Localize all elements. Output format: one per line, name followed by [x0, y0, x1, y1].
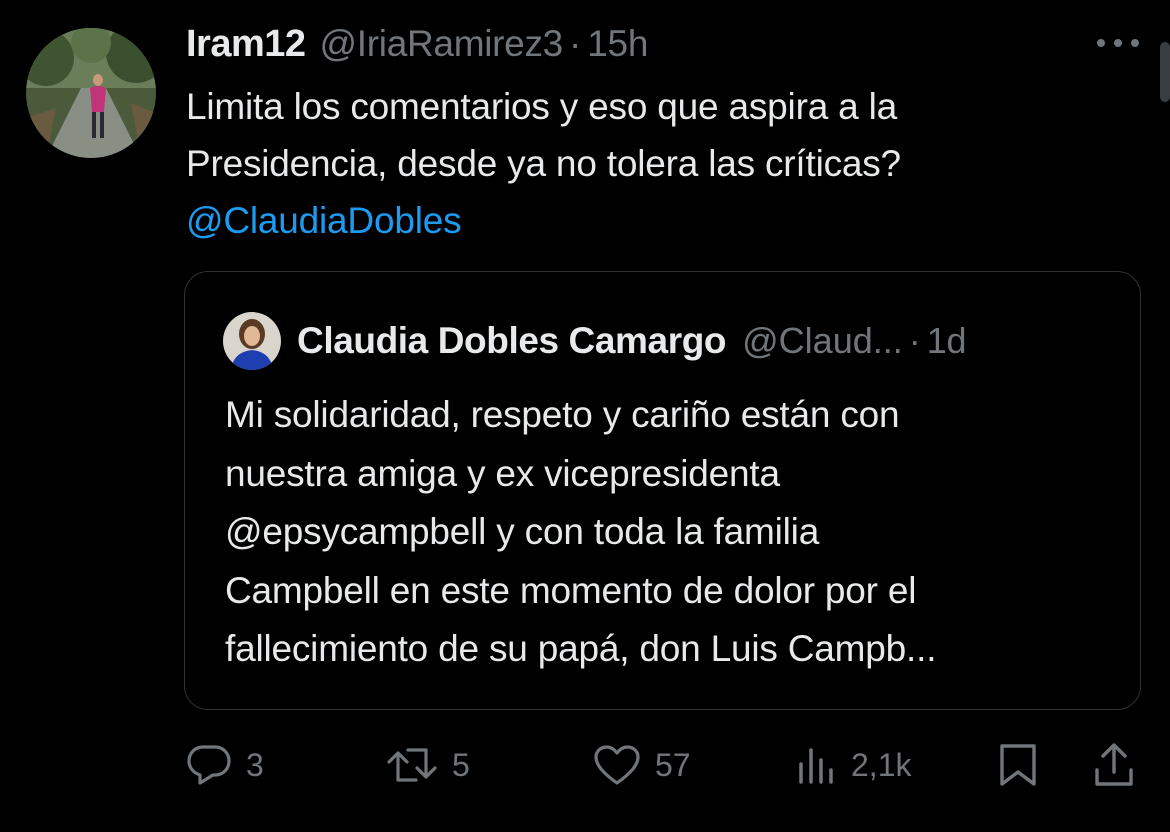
like-count: 57: [655, 746, 691, 783]
quote-author-avatar[interactable]: [223, 312, 281, 370]
reply-button[interactable]: 3: [186, 735, 264, 795]
share-icon: [1095, 743, 1133, 786]
quote-author-avatar-photo: [223, 312, 281, 370]
author-name[interactable]: Iram12: [186, 23, 306, 66]
quote-text: Mi solidaridad, respeto y cariño están c…: [225, 386, 1125, 679]
scrollbar-thumb[interactable]: [1160, 42, 1170, 102]
quote-author-handle[interactable]: @Claud...: [742, 320, 903, 362]
retweet-icon: [387, 748, 437, 782]
quote-header: Claudia Dobles Camargo @Claud... · 1d: [297, 316, 967, 366]
quote-text-line: fallecimiento de su papá, don Luis Campb…: [225, 628, 937, 669]
separator-dot: ·: [568, 23, 582, 64]
quote-text-line: Mi solidaridad, respeto y cariño están c…: [225, 394, 900, 435]
more-horizontal-icon: [1097, 39, 1139, 47]
views-button[interactable]: 2,1k: [797, 735, 911, 795]
reply-icon: [187, 745, 231, 785]
author-handle[interactable]: @IriaRamirez3: [320, 23, 564, 65]
quote-text-line: @epsycampbell y con toda la familia: [225, 511, 820, 552]
separator-dot: ·: [908, 320, 921, 361]
views-count: 2,1k: [851, 746, 912, 783]
bookmark-button[interactable]: [998, 735, 1038, 795]
quote-timestamp[interactable]: 1d: [927, 320, 967, 362]
reply-count: 3: [246, 746, 264, 783]
tweet-text-line: Presidencia, desde ya no tolera las crít…: [186, 143, 901, 184]
author-avatar-photo: [26, 28, 156, 158]
mention-link[interactable]: @ClaudiaDobles: [186, 192, 1126, 249]
bookmark-icon: [1000, 744, 1036, 786]
heart-icon: [594, 745, 640, 785]
quote-author-name[interactable]: Claudia Dobles Camargo: [297, 320, 727, 362]
quoted-tweet-card[interactable]: Claudia Dobles Camargo @Claud... · 1d Mi…: [184, 271, 1141, 710]
quote-text-line: Campbell en este momento de dolor por el: [225, 569, 917, 611]
author-avatar[interactable]: [26, 28, 156, 158]
tweet-header: Iram12 @IriaRamirez3 · 15h: [186, 20, 648, 68]
more-options-button[interactable]: [1090, 28, 1146, 58]
share-button[interactable]: [1093, 735, 1135, 795]
like-button[interactable]: 57: [593, 735, 691, 795]
tweet-timestamp[interactable]: 15h: [587, 23, 648, 65]
quote-text-line: nuestra amiga y ex vicepresidenta: [225, 452, 780, 494]
views-chart-icon: [799, 748, 833, 784]
retweet-button[interactable]: 5: [386, 735, 470, 795]
tweet-text: Limita los comentarios y eso que aspira …: [186, 78, 1126, 249]
retweet-count: 5: [452, 746, 470, 783]
tweet-action-bar: 3 5 57 2,1k: [0, 735, 1170, 795]
tweet-text-line: Limita los comentarios y eso que aspira …: [186, 86, 898, 127]
